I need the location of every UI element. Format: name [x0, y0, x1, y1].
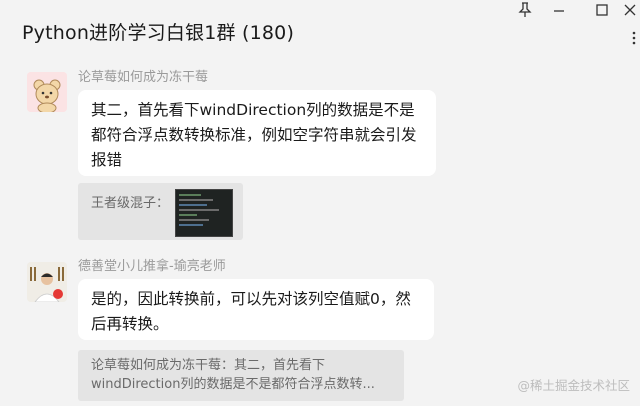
sender-name[interactable]: 德善堂小儿推拿-瑜亮老师 — [78, 255, 226, 274]
avatar[interactable] — [27, 262, 67, 302]
minimize-icon[interactable] — [546, 2, 572, 20]
quoted-message[interactable]: 王者级混子： — [78, 183, 243, 240]
close-icon[interactable] — [620, 2, 640, 20]
pin-icon[interactable] — [512, 2, 538, 20]
bear-avatar-icon — [27, 72, 67, 112]
chat-area: 论草莓如何成为冻干莓 其二，首先看下windDirection列的数据是不是都符… — [0, 62, 640, 406]
chat-title: Python进阶学习白银1群 (180) — [22, 22, 295, 44]
avatar[interactable] — [27, 72, 67, 112]
quote-image-thumbnail[interactable] — [175, 189, 233, 237]
title-bar: Python进阶学习白银1群 (180) — [0, 0, 640, 62]
message-text: 是的，因此转换前，可以先对该列空值赋0，然后再转换。 — [91, 290, 411, 333]
quote-author: 王者级混子： — [91, 196, 170, 211]
quoted-message[interactable]: 论草莓如何成为冻干莓：其二，首先看下 windDirection列的数据是不是都… — [78, 350, 404, 401]
code-screenshot-icon — [176, 190, 232, 236]
quote-line: 论草莓如何成为冻干莓：其二，首先看下 — [91, 358, 326, 373]
maximize-icon[interactable] — [589, 2, 615, 20]
sender-name[interactable]: 论草莓如何成为冻干莓 — [78, 66, 208, 85]
message-bubble[interactable]: 其二，首先看下windDirection列的数据是不是都符合浮点数转换标准，例如… — [78, 90, 436, 176]
quote-line: windDirection列的数据是不是都符合浮点数转... — [91, 377, 375, 392]
more-icon[interactable] — [628, 30, 640, 48]
teacher-avatar-icon — [27, 262, 67, 302]
message-text: 其二，首先看下windDirection列的数据是不是都符合浮点数转换标准，例如… — [91, 101, 417, 169]
message-bubble[interactable]: 是的，因此转换前，可以先对该列空值赋0，然后再转换。 — [78, 279, 434, 340]
watermark: @稀土掘金技术社区 — [517, 378, 630, 393]
